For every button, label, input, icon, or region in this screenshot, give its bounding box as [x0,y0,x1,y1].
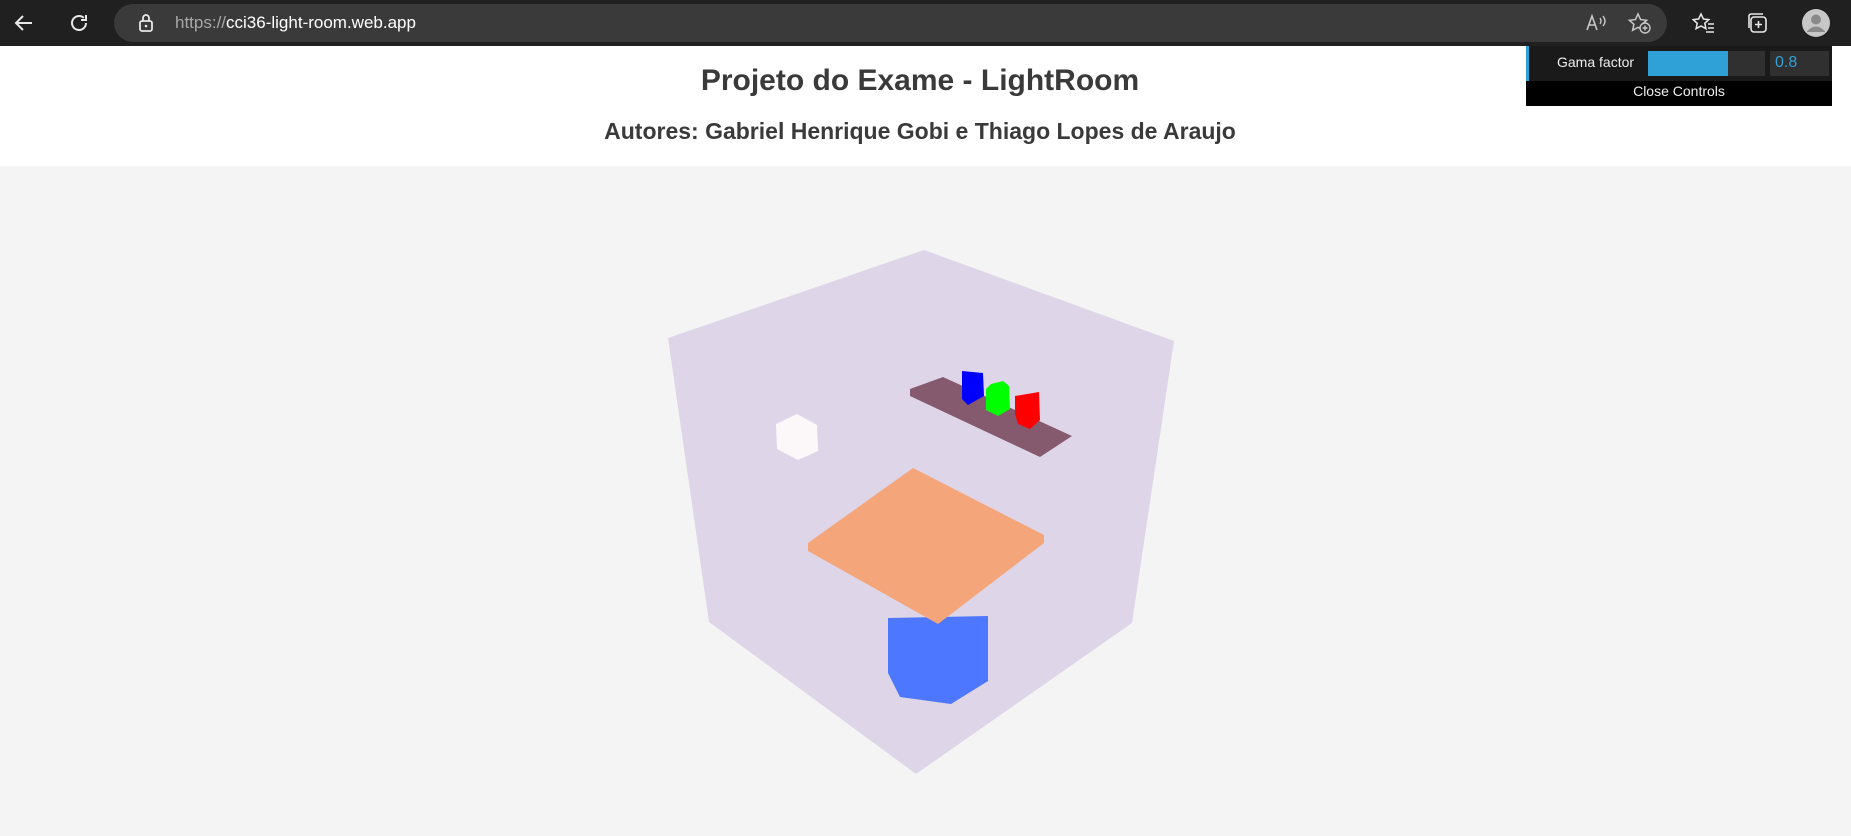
gama-factor-row: Gama factor 0.8 [1526,46,1832,81]
page-content: Projeto do Exame - LightRoom Autores: Ga… [0,46,1851,836]
lock-icon[interactable] [134,11,158,35]
collections-icon [1748,13,1767,33]
url-host: cci36-light-room.web.app [226,13,416,32]
profile-button[interactable] [1798,5,1834,41]
gama-factor-label: Gama factor [1557,54,1635,70]
refresh-button[interactable] [61,5,97,41]
collections-button[interactable] [1740,5,1776,41]
controls-panel: Gama factor 0.8 Close Controls [1526,46,1832,106]
gama-factor-slider-fill [1648,51,1728,76]
3d-scene-canvas[interactable] [0,166,1851,836]
url-text[interactable]: https://cci36-light-room.web.app [175,13,416,33]
read-aloud-icon[interactable] [1584,11,1608,35]
favorites-icon [1692,12,1714,33]
gama-factor-slider[interactable] [1648,51,1765,76]
add-favorite-icon[interactable] [1627,11,1651,35]
gama-factor-input[interactable]: 0.8 [1770,51,1829,76]
profile-avatar-icon [1802,9,1830,37]
back-button[interactable] [6,5,42,41]
browser-toolbar: https://cci36-light-room.web.app [0,0,1851,46]
close-controls-button[interactable]: Close Controls [1526,81,1832,106]
back-arrow-icon [14,15,32,31]
scene-svg [668,250,1174,774]
url-protocol: https:// [175,13,227,32]
refresh-icon [71,15,87,31]
authors-subtitle: Autores: Gabriel Henrique Gobi e Thiago … [604,118,1236,144]
favorites-button[interactable] [1686,5,1722,41]
address-bar[interactable]: https://cci36-light-room.web.app [114,4,1667,42]
green-box [986,381,1010,416]
